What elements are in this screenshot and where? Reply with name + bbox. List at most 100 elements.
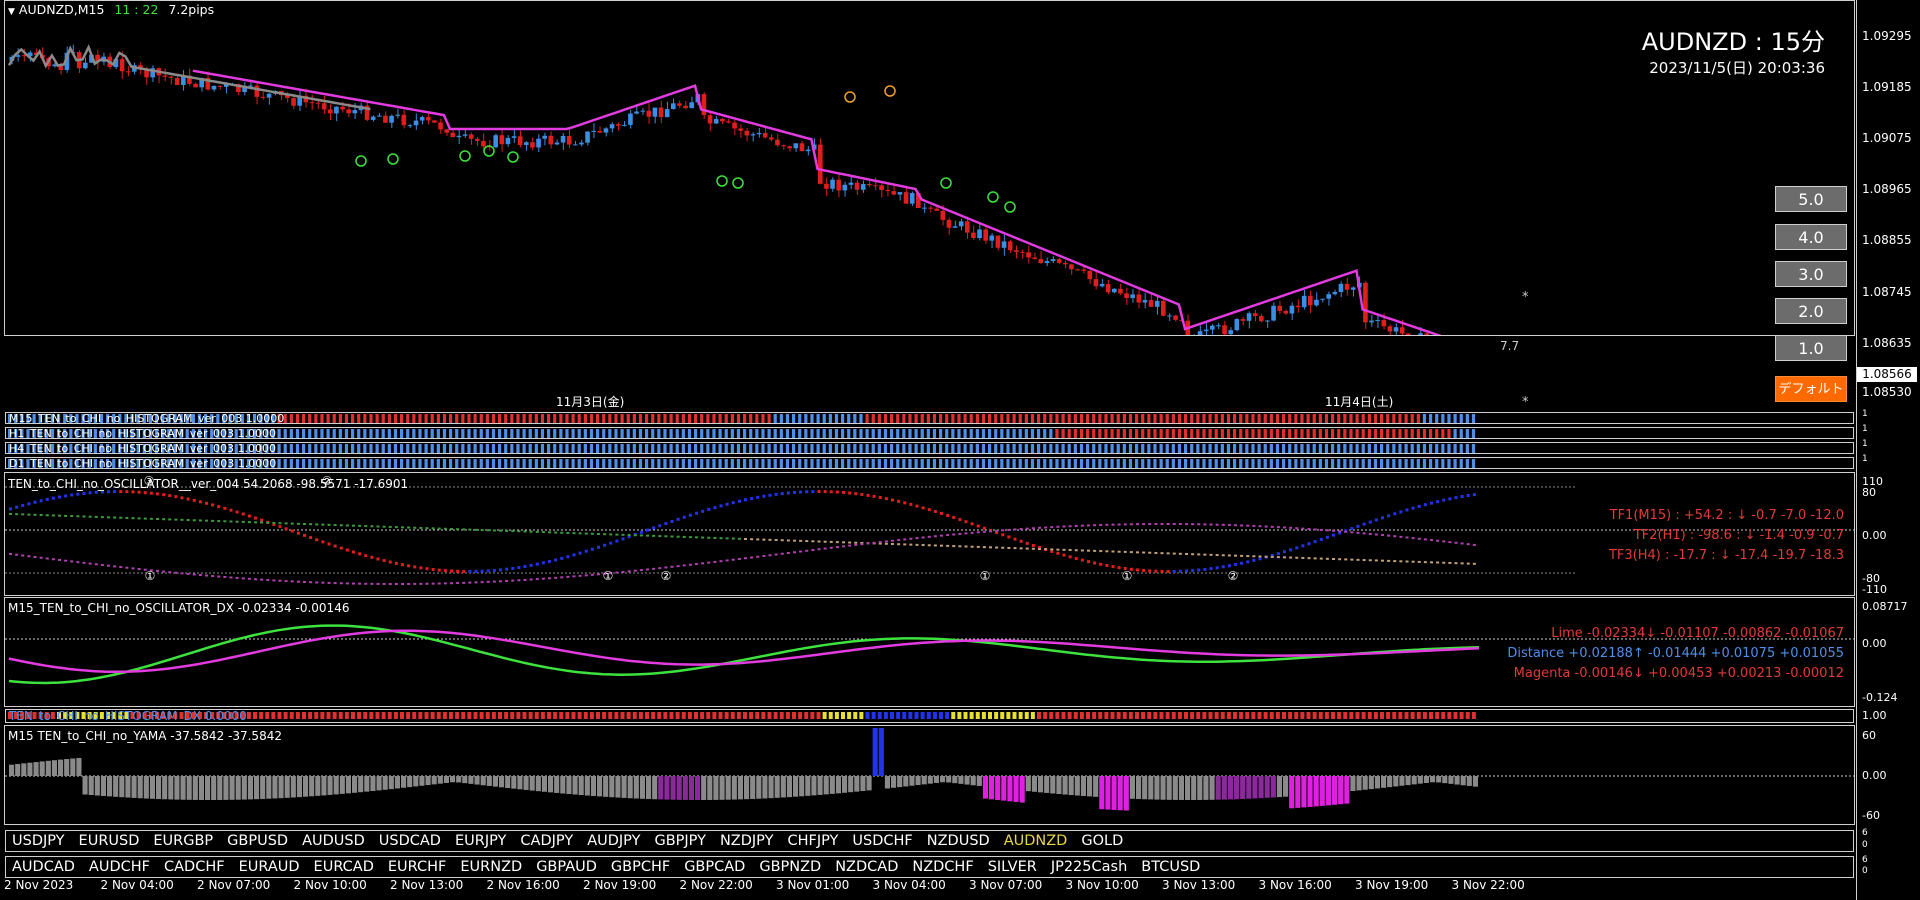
symbol-button-silver[interactable]: SILVER (982, 859, 1045, 875)
histogram-bar (1037, 444, 1041, 453)
symbol-button-eurcad[interactable]: EURCAD (308, 859, 382, 875)
symbol-button-gold[interactable]: GOLD (1075, 833, 1131, 849)
symbol-button-gbpcad[interactable]: GBPCAD (678, 859, 753, 875)
symbol-button-nzdcad[interactable]: NZDCAD (829, 859, 906, 875)
histogram-bar (467, 444, 471, 453)
osc-dot (1087, 560, 1090, 564)
histogram-dx-bar (1128, 712, 1133, 719)
symbol-button-gbpjpy[interactable]: GBPJPY (648, 833, 714, 849)
osc-dot (284, 522, 288, 525)
symbol-button-nzdchf[interactable]: NZDCHF (906, 859, 981, 875)
tf-button-2[interactable]: 2.0 (1775, 298, 1847, 324)
yama-bar (278, 776, 284, 799)
symbol-button-cadjpy[interactable]: CADJPY (514, 833, 581, 849)
osc-dot (1019, 547, 1023, 550)
histogram-bar (1324, 444, 1329, 453)
symbol-button-usdchf[interactable]: USDCHF (846, 833, 920, 849)
histogram-bar (1398, 444, 1402, 453)
histogram-bar (1030, 459, 1035, 468)
symbol-button-audcad[interactable]: AUDCAD (6, 859, 83, 875)
symbol-button-audjpy[interactable]: AUDJPY (581, 833, 648, 849)
candle (1063, 260, 1068, 269)
osc-dot (1209, 523, 1213, 526)
dropdown-triangle-icon[interactable]: ▼ (8, 7, 15, 17)
symbol-button-gbpaud[interactable]: GBPAUD (530, 859, 605, 875)
histogram-bar (798, 429, 802, 438)
osc-dot (1325, 535, 1329, 539)
histogram-dx-bar (914, 712, 919, 719)
histogram-bar (295, 444, 300, 453)
candle (444, 128, 449, 136)
candle (156, 67, 162, 84)
yama-bar (272, 776, 278, 799)
osc-dot (303, 533, 306, 537)
signal-circle-icon (1004, 201, 1016, 213)
histogram-bar (461, 444, 465, 453)
yama-bar (1393, 776, 1399, 787)
histogram-bar (632, 459, 636, 468)
histogram-bar (1165, 459, 1169, 468)
histogram-bar (504, 459, 508, 468)
symbol-button-gbpnzd[interactable]: GBPNZD (753, 859, 829, 875)
histogram-bar (730, 429, 734, 438)
price-chart-pane[interactable] (4, 0, 1855, 336)
symbol-button-eurchf[interactable]: EURCHF (382, 859, 455, 875)
histogram-bar (381, 444, 385, 453)
osc-dot (229, 508, 233, 512)
histogram-bar (1471, 444, 1476, 453)
symbol-button-usdcad[interactable]: USDCAD (373, 833, 449, 849)
symbol-button-gbpusd[interactable]: GBPUSD (221, 833, 296, 849)
default-button[interactable]: デフォルト (1775, 376, 1847, 402)
symbol-button-eurjpy[interactable]: EURJPY (449, 833, 514, 849)
symbol-button-usdjpy[interactable]: USDJPY (6, 833, 73, 849)
symbol-button-eurusd[interactable]: EURUSD (73, 833, 148, 849)
symbol-button-euraud[interactable]: EURAUD (233, 859, 308, 875)
histogram-bar (755, 459, 759, 468)
osc-dot (1301, 527, 1305, 530)
candle (530, 137, 535, 151)
symbol-button-jp225cash[interactable]: JP225Cash (1045, 859, 1135, 875)
osc-dot (492, 568, 496, 572)
histogram-bar (963, 444, 967, 453)
tf-button-1[interactable]: 1.0 (1775, 335, 1847, 361)
histogram-bar (1135, 459, 1139, 468)
osc-dot (615, 533, 619, 536)
yama-bar (609, 776, 615, 798)
symbol-button-audnzd[interactable]: AUDNZD (998, 833, 1076, 849)
symbol-button-audchf[interactable]: AUDCHF (83, 859, 158, 875)
symbol-button-eurgbp[interactable]: EURGBP (147, 833, 221, 849)
symbol-button-eurnzd[interactable]: EURNZD (454, 859, 530, 875)
symbol-button-btcusd[interactable]: BTCUSD (1135, 859, 1208, 875)
histogram-bar (902, 429, 906, 438)
histogram-dx-bar (834, 712, 839, 719)
tf-button-4[interactable]: 4.0 (1775, 224, 1847, 250)
yama-bar (756, 776, 762, 799)
histogram-dx-bar (810, 712, 815, 719)
symbol-button-gbpchf[interactable]: GBPCHF (605, 859, 678, 875)
histogram-bar (387, 444, 391, 453)
osc-dot (1325, 557, 1329, 560)
yama-bar (1093, 776, 1099, 797)
osc-dot (1123, 550, 1127, 553)
symbol-button-nzdjpy[interactable]: NZDJPY (714, 833, 782, 849)
histogram-bar (344, 429, 349, 438)
tf-button-3[interactable]: 3.0 (1775, 261, 1847, 287)
symbol-button-nzdusd[interactable]: NZDUSD (921, 833, 998, 849)
candle (1044, 257, 1050, 267)
osc-dot (560, 576, 564, 579)
osc-dot (799, 490, 803, 494)
osc-dot (1068, 549, 1072, 552)
osc-dot (719, 504, 723, 508)
symbol-button-audusd[interactable]: AUDUSD (296, 833, 373, 849)
histogram-bar (528, 429, 532, 438)
osc-dot (58, 558, 61, 561)
histogram-bar (1404, 444, 1408, 453)
symbol-button-chfjpy[interactable]: CHFJPY (781, 833, 846, 849)
osc-dot (805, 490, 809, 494)
osc-dot (1393, 535, 1397, 538)
osc-dot (1295, 556, 1299, 559)
osc-dot (646, 568, 649, 571)
tf-button-5[interactable]: 5.0 (1775, 186, 1847, 212)
symbol-button-cadchf[interactable]: CADCHF (158, 859, 233, 875)
yama-bar (817, 776, 823, 795)
